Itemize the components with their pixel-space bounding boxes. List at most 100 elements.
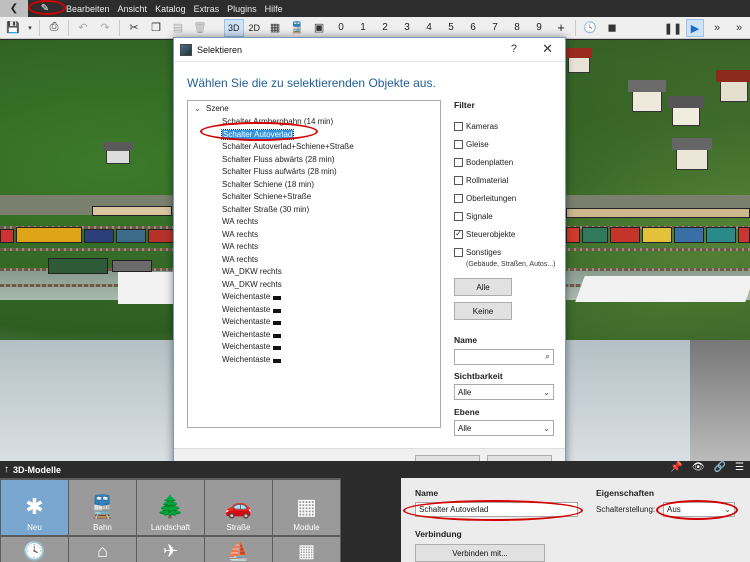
tree-item[interactable]: Schalter Autoverlad+Schiene+Straße [222, 141, 354, 154]
filter-checkbox-row[interactable]: Rollmaterial [454, 171, 558, 189]
filter-checkbox-row[interactable]: Sonstiges [454, 243, 558, 261]
category-tile-clock[interactable]: 🕓 [1, 537, 68, 562]
tree-item[interactable]: Weichentaste [222, 329, 354, 342]
tree-item[interactable]: Schalter Fluss abwärts (28 min) [222, 154, 354, 167]
undo-icon[interactable]: ↶ [74, 19, 92, 37]
menu-ansicht[interactable]: Ansicht [114, 4, 152, 14]
tree-item[interactable]: Weichentaste [222, 354, 354, 367]
play-icon[interactable]: ▶ [686, 19, 704, 37]
camera-slot-7[interactable]: 7 [484, 19, 506, 37]
menu-bearbeiten[interactable]: Bearbeiten [62, 4, 114, 14]
camera-slot-3[interactable]: 3 [396, 19, 418, 37]
tree-item[interactable]: WA rechts [222, 229, 354, 242]
menu-plugins[interactable]: Plugins [223, 4, 261, 14]
filter-checkbox-row[interactable]: Bodenplatten [454, 153, 558, 171]
connect-button[interactable]: Verbinden mit... [415, 544, 545, 562]
filter-checkbox-row[interactable]: Oberleitungen [454, 189, 558, 207]
view-2d-button[interactable]: 2D [246, 19, 264, 37]
category-tile-module[interactable]: ▦ Module [273, 480, 340, 535]
clock-icon[interactable]: 🕓 [581, 19, 599, 37]
menu-katalog[interactable]: Katalog [151, 4, 190, 14]
copy-icon[interactable]: ❐ [147, 19, 165, 37]
edit-mode-button[interactable]: ✎ [28, 0, 62, 17]
filter-checkbox-row[interactable]: Signale [454, 207, 558, 225]
paste-icon[interactable]: ▤ [169, 19, 187, 37]
filter-checkbox[interactable] [454, 157, 463, 167]
link-icon[interactable]: 🔗 [714, 462, 726, 473]
category-tile-plane[interactable]: ✈ [137, 537, 204, 562]
category-tile-boat[interactable]: ⛵ [205, 537, 272, 562]
tree-item[interactable]: WA_DKW rechts [222, 266, 354, 279]
category-tile-misc[interactable]: ▦ [273, 537, 340, 562]
tree-item[interactable]: WA rechts [222, 241, 354, 254]
grid-icon[interactable]: ▦ [266, 19, 284, 37]
object-tree[interactable]: ⌄ Szene Schalter Armbergbahn (14 min) Sch… [187, 100, 441, 428]
chevron-down-icon[interactable]: ⌄ [194, 104, 206, 113]
stop-icon[interactable]: ◼ [603, 19, 621, 37]
add-camera-button[interactable]: + [550, 19, 572, 37]
pause-icon[interactable]: ❚❚ [664, 19, 682, 37]
filter-checkbox[interactable] [454, 193, 463, 203]
filter-checkbox[interactable] [454, 139, 463, 149]
filter-checkbox[interactable] [454, 211, 463, 221]
tree-item[interactable]: Weichentaste [222, 291, 354, 304]
close-icon[interactable]: ✕ [542, 41, 553, 57]
camera-slot-9[interactable]: 9 [528, 19, 550, 37]
pin-icon[interactable]: 📌 [670, 462, 682, 473]
help-button[interactable]: ? [511, 43, 517, 55]
fast-forward-icon[interactable]: » [708, 19, 726, 37]
tree-item[interactable]: Weichentaste [222, 316, 354, 329]
tree-item[interactable]: Schalter Straße (30 min) [222, 204, 354, 217]
tree-item[interactable]: Schalter Schiene (18 min) [222, 179, 354, 192]
layer-select[interactable]: Alle ⌄ [454, 420, 554, 436]
tree-item[interactable]: WA rechts [222, 254, 354, 267]
filter-checkbox[interactable] [454, 175, 463, 185]
select-icon[interactable] [213, 19, 221, 37]
camera-icon[interactable]: ▣ [310, 19, 328, 37]
camera-slot-0[interactable]: 0 [330, 19, 352, 37]
camera-slot-8[interactable]: 8 [506, 19, 528, 37]
visibility-select[interactable]: Alle ⌄ [454, 384, 554, 400]
camera-slot-6[interactable]: 6 [462, 19, 484, 37]
menu-hilfe[interactable]: Hilfe [261, 4, 287, 14]
camera-slot-5[interactable]: 5 [440, 19, 462, 37]
print-icon[interactable]: ⎙ [45, 19, 63, 37]
speed-icon[interactable]: » [730, 19, 748, 37]
category-tile-landschaft[interactable]: 🌲 Landschaft [137, 480, 204, 535]
redo-icon[interactable]: ↷ [96, 19, 114, 37]
category-tile-neu[interactable]: ✱ Neu [1, 480, 68, 535]
cut-icon[interactable]: ✂ [125, 19, 143, 37]
eye-icon[interactable]: 👁 [692, 462, 705, 473]
filter-checkbox[interactable] [454, 247, 463, 257]
tree-root-szene[interactable]: ⌄ Szene [194, 104, 229, 113]
filter-checkbox-row[interactable]: Gleise [454, 135, 558, 153]
tree-item[interactable]: WA rechts [222, 216, 354, 229]
home-menu-button[interactable]: ❮ [0, 0, 28, 17]
camera-slot-4[interactable]: 4 [418, 19, 440, 37]
name-filter-input[interactable]: ⌕ [454, 349, 554, 365]
select-none-button[interactable]: Keine [454, 302, 512, 320]
select-all-button[interactable]: Alle [454, 278, 512, 296]
camera-slot-1[interactable]: 1 [352, 19, 374, 37]
property-name-input[interactable]: Schalter Autoverlad [415, 502, 578, 517]
category-tile-bahn[interactable]: 🚆 Bahn [69, 480, 136, 535]
camera-slot-2[interactable]: 2 [374, 19, 396, 37]
tree-item[interactable]: Weichentaste [222, 341, 354, 354]
category-tile-strasse[interactable]: 🚗 Straße [205, 480, 272, 535]
filter-checkbox[interactable]: ✓ [454, 229, 463, 239]
tree-item[interactable]: Schalter Fluss aufwärts (28 min) [222, 166, 354, 179]
dropdown-icon[interactable]: ▾ [26, 19, 34, 37]
view-3d-button[interactable]: 3D [224, 18, 244, 37]
category-tile-house[interactable]: ⌂ [69, 537, 136, 562]
tree-item[interactable]: Schalter Autoverlad [220, 128, 354, 142]
save-icon[interactable]: 💾 [4, 19, 22, 37]
tree-item[interactable]: Weichentaste [222, 304, 354, 317]
filter-checkbox-row[interactable]: Kameras [454, 117, 558, 135]
tree-item[interactable]: Schalter Schiene+Straße [222, 191, 354, 204]
arrow-up-icon[interactable]: ↑ [4, 464, 9, 475]
filter-checkbox-row[interactable]: ✓ Steuerobjekte [454, 225, 558, 243]
switch-state-select[interactable]: Aus ⌄ [663, 502, 735, 517]
tree-item[interactable]: Schalter Armbergbahn (14 min) [222, 116, 354, 129]
train-icon[interactable]: 🚆 [288, 19, 306, 37]
delete-icon[interactable]: 🗑 [191, 19, 209, 37]
